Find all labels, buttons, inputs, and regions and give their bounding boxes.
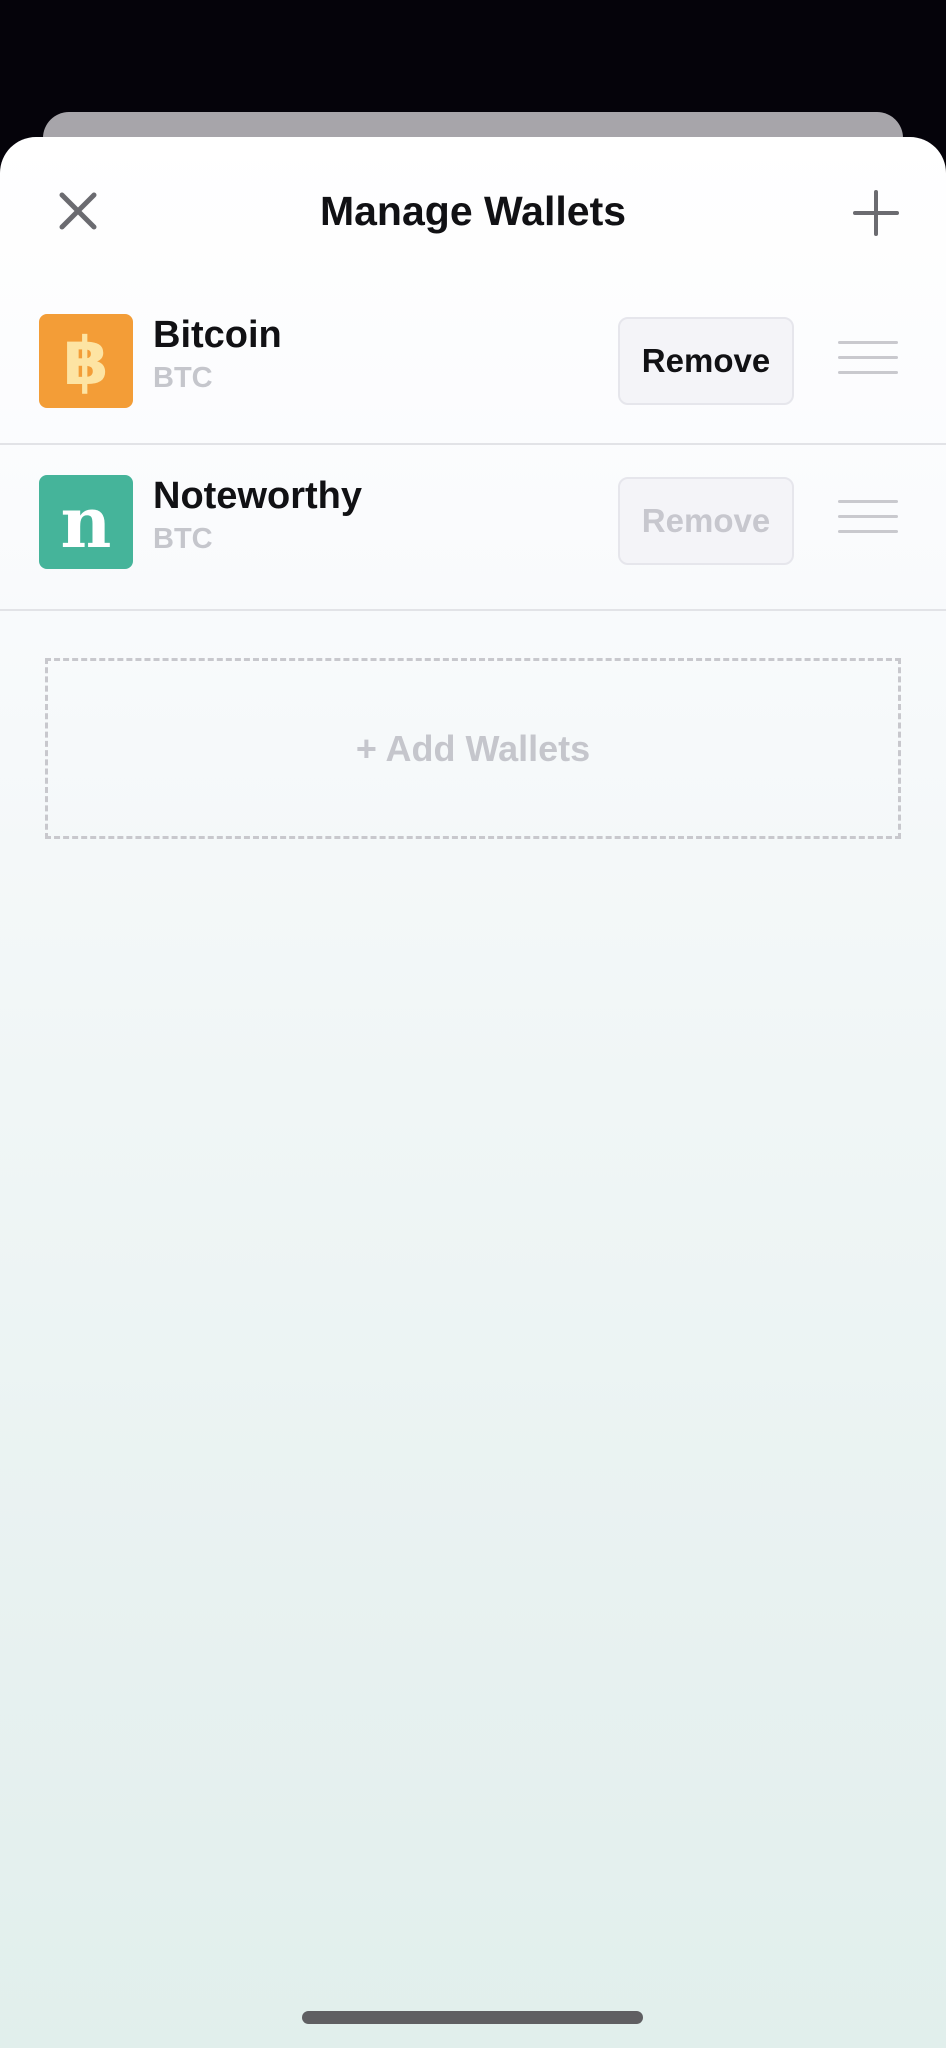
noteworthy-logo-icon: n (39, 475, 133, 569)
add-wallets-button[interactable]: + Add Wallets (45, 658, 901, 839)
drag-handle-icon[interactable] (836, 339, 900, 379)
manage-wallets-sheet: Manage Wallets ฿ Bitcoin BTC Remove n No… (0, 137, 946, 2048)
wallet-ticker: BTC (153, 523, 213, 555)
drag-handle-icon[interactable] (836, 498, 900, 538)
home-indicator[interactable] (302, 2011, 643, 2024)
bitcoin-logo-icon: ฿ (39, 314, 133, 408)
wallet-name: Noteworthy (153, 475, 362, 517)
wallet-row-noteworthy: n Noteworthy BTC Remove (0, 443, 946, 611)
plus-icon (853, 190, 899, 236)
wallet-row-bitcoin: ฿ Bitcoin BTC Remove (0, 277, 946, 445)
page-title: Manage Wallets (319, 188, 627, 234)
screen: Manage Wallets ฿ Bitcoin BTC Remove n No… (0, 0, 946, 2048)
add-wallet-button[interactable] (844, 181, 908, 245)
remove-button[interactable]: Remove (618, 317, 794, 405)
remove-button-disabled[interactable]: Remove (618, 477, 794, 565)
wallet-ticker: BTC (153, 362, 213, 394)
wallet-name: Bitcoin (153, 314, 282, 356)
